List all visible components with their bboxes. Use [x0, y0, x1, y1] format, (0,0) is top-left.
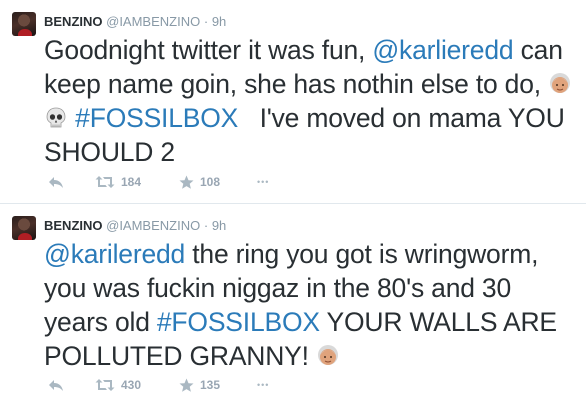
retweet-icon	[95, 378, 115, 392]
tweet-text: Goodnight twitter it was fun, @karliered…	[44, 33, 574, 169]
mention-link[interactable]: @karlieredd	[372, 35, 513, 65]
tweet-header: BENZINO @IAMBENZINO · 9h	[44, 218, 226, 234]
avatar[interactable]	[12, 216, 36, 240]
skull-emoji	[44, 106, 68, 130]
star-icon	[179, 378, 194, 393]
tweet-text: @karileredd the ring you got is wringwor…	[44, 237, 574, 373]
favorite-count: 108	[200, 175, 221, 189]
retweet-button[interactable]: 430	[95, 375, 141, 395]
more-icon: •••	[257, 177, 270, 187]
mention-link[interactable]: @karileredd	[44, 239, 185, 269]
star-icon	[179, 175, 194, 190]
more-button[interactable]: •••	[257, 375, 269, 395]
retweet-icon	[95, 175, 115, 189]
favorite-count: 135	[200, 378, 221, 392]
older-woman-emoji	[316, 344, 340, 368]
retweet-count: 430	[121, 378, 142, 392]
more-button[interactable]: •••	[257, 172, 269, 192]
username[interactable]: @IAMBENZINO	[106, 14, 200, 29]
favorite-button[interactable]: 108	[179, 172, 220, 192]
timestamp[interactable]: 9h	[212, 218, 226, 233]
separator: ·	[203, 218, 209, 233]
retweet-count: 184	[121, 175, 142, 189]
fullname[interactable]: BENZINO	[44, 218, 103, 233]
separator: ·	[203, 14, 209, 29]
hashtag-link[interactable]: #FOSSILBOX	[75, 103, 238, 133]
retweet-button[interactable]: 184	[95, 172, 141, 192]
tweet[interactable]: BENZINO @IAMBENZINO · 9h @karileredd the…	[0, 203, 586, 407]
avatar[interactable]	[12, 12, 36, 36]
older-woman-emoji	[548, 72, 572, 96]
reply-icon	[48, 378, 64, 392]
favorite-button[interactable]: 135	[179, 375, 220, 395]
hashtag-link[interactable]: #FOSSILBOX	[157, 307, 320, 337]
reply-button[interactable]	[48, 375, 64, 395]
timestamp[interactable]: 9h	[212, 14, 226, 29]
reply-icon	[48, 175, 64, 189]
tweet[interactable]: BENZINO @IAMBENZINO · 9h Goodnight twitt…	[0, 0, 586, 203]
fullname[interactable]: BENZINO	[44, 14, 103, 29]
username[interactable]: @IAMBENZINO	[106, 218, 200, 233]
tweet-header: BENZINO @IAMBENZINO · 9h	[44, 14, 226, 30]
reply-button[interactable]	[48, 172, 64, 192]
text-segment: Goodnight twitter it was fun,	[44, 35, 373, 65]
more-icon: •••	[257, 380, 270, 390]
